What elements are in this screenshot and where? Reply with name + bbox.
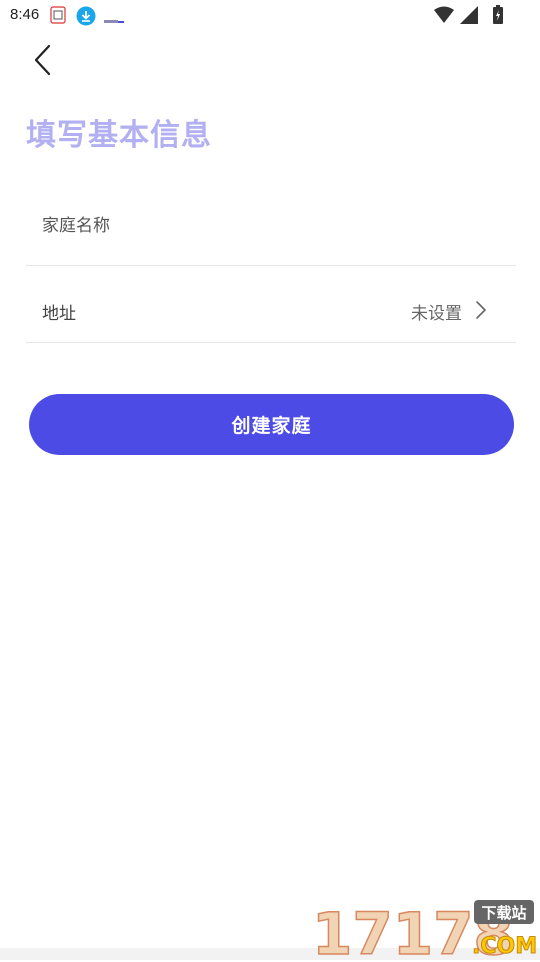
home-name-row	[26, 188, 516, 266]
wifi-icon	[434, 6, 454, 28]
battery-icon	[492, 5, 504, 29]
status-time: 8:46	[10, 6, 40, 23]
address-value: 未设置	[411, 304, 462, 324]
status-bar: 8:46	[0, 0, 540, 30]
chevron-left-icon	[34, 44, 51, 76]
notification-app-icon	[104, 11, 124, 30]
address-row[interactable]: 地址 未设置	[26, 265, 516, 343]
create-home-button[interactable]: 创建家庭	[29, 394, 514, 455]
sim-card-icon	[50, 6, 66, 28]
back-button[interactable]	[26, 40, 62, 80]
watermark-logo: 17178 .COM 下载站	[311, 898, 538, 962]
signal-icon	[460, 6, 480, 28]
watermark-suffix: .COM	[472, 934, 537, 958]
download-icon	[76, 6, 96, 30]
home-name-input[interactable]	[42, 210, 482, 242]
chevron-right-icon	[474, 300, 488, 320]
watermark-badge: 下载站	[481, 904, 526, 922]
address-label: 地址	[42, 304, 76, 324]
page-title: 填写基本信息	[26, 118, 212, 153]
